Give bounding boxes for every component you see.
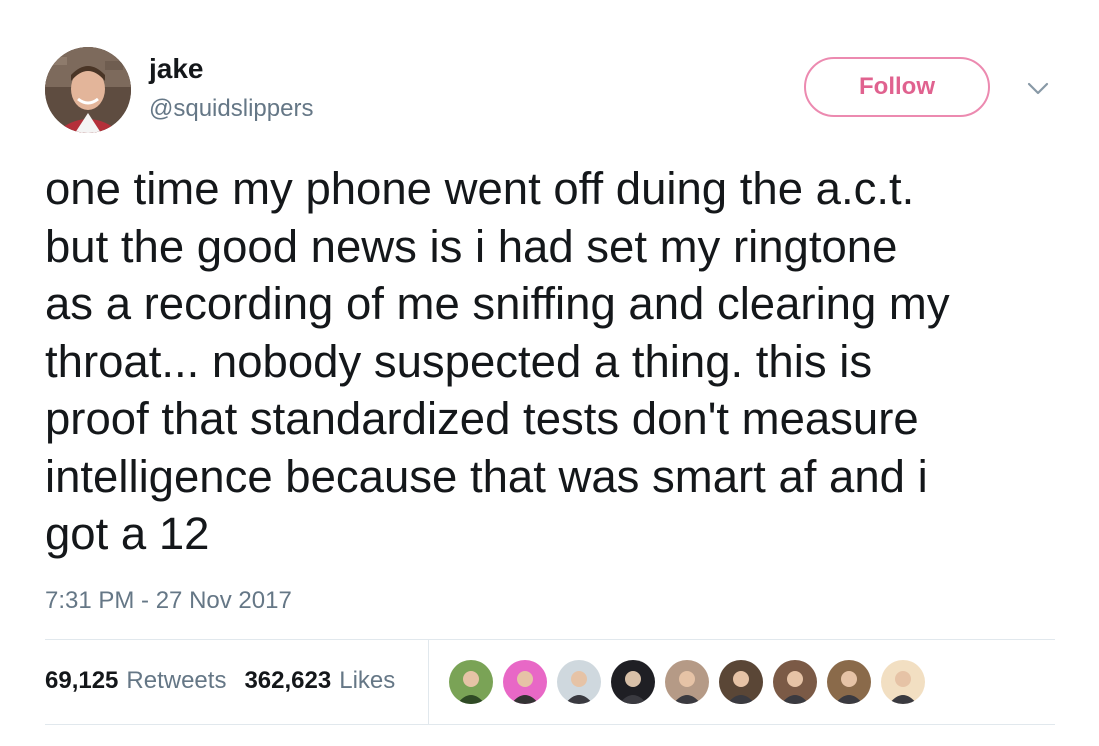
liker-avatar-6-icon[interactable] bbox=[718, 659, 764, 705]
likes-label[interactable]: Likes bbox=[339, 666, 395, 696]
divider bbox=[45, 724, 1055, 725]
user-name[interactable]: jake bbox=[149, 52, 204, 86]
retweets-label[interactable]: Retweets bbox=[126, 666, 226, 696]
liker-avatar-7-icon[interactable] bbox=[772, 659, 818, 705]
divider bbox=[45, 639, 1055, 640]
chevron-down-icon[interactable] bbox=[1024, 78, 1052, 98]
user-handle[interactable]: @squidslippers bbox=[149, 94, 313, 124]
liker-avatar-4-icon[interactable] bbox=[610, 659, 656, 705]
liker-avatar-8-icon[interactable] bbox=[826, 659, 872, 705]
liker-avatar-2-icon[interactable] bbox=[502, 659, 548, 705]
user-avatar[interactable] bbox=[45, 47, 131, 133]
follow-button[interactable]: Follow bbox=[804, 57, 990, 117]
retweets-count[interactable]: 69,125 bbox=[45, 666, 118, 696]
tweet-text: one time my phone went off duing the a.c… bbox=[45, 163, 950, 559]
liker-avatar-1-icon[interactable] bbox=[448, 659, 494, 705]
divider bbox=[428, 640, 429, 724]
liker-avatar-3-icon[interactable] bbox=[556, 659, 602, 705]
liker-avatar-9-icon[interactable] bbox=[880, 659, 926, 705]
likes-count[interactable]: 362,623 bbox=[244, 666, 331, 696]
tweet-stats: 69,125 Retweets 362,623 Likes bbox=[45, 666, 405, 696]
liker-avatar-5-icon[interactable] bbox=[664, 659, 710, 705]
tweet-card: jake @squidslippers Follow one time my p… bbox=[0, 0, 1099, 746]
likers-avatar-list bbox=[448, 659, 926, 705]
tweet-timestamp[interactable]: 7:31 PM - 27 Nov 2017 bbox=[45, 586, 292, 616]
profile-photo-icon bbox=[45, 47, 131, 133]
